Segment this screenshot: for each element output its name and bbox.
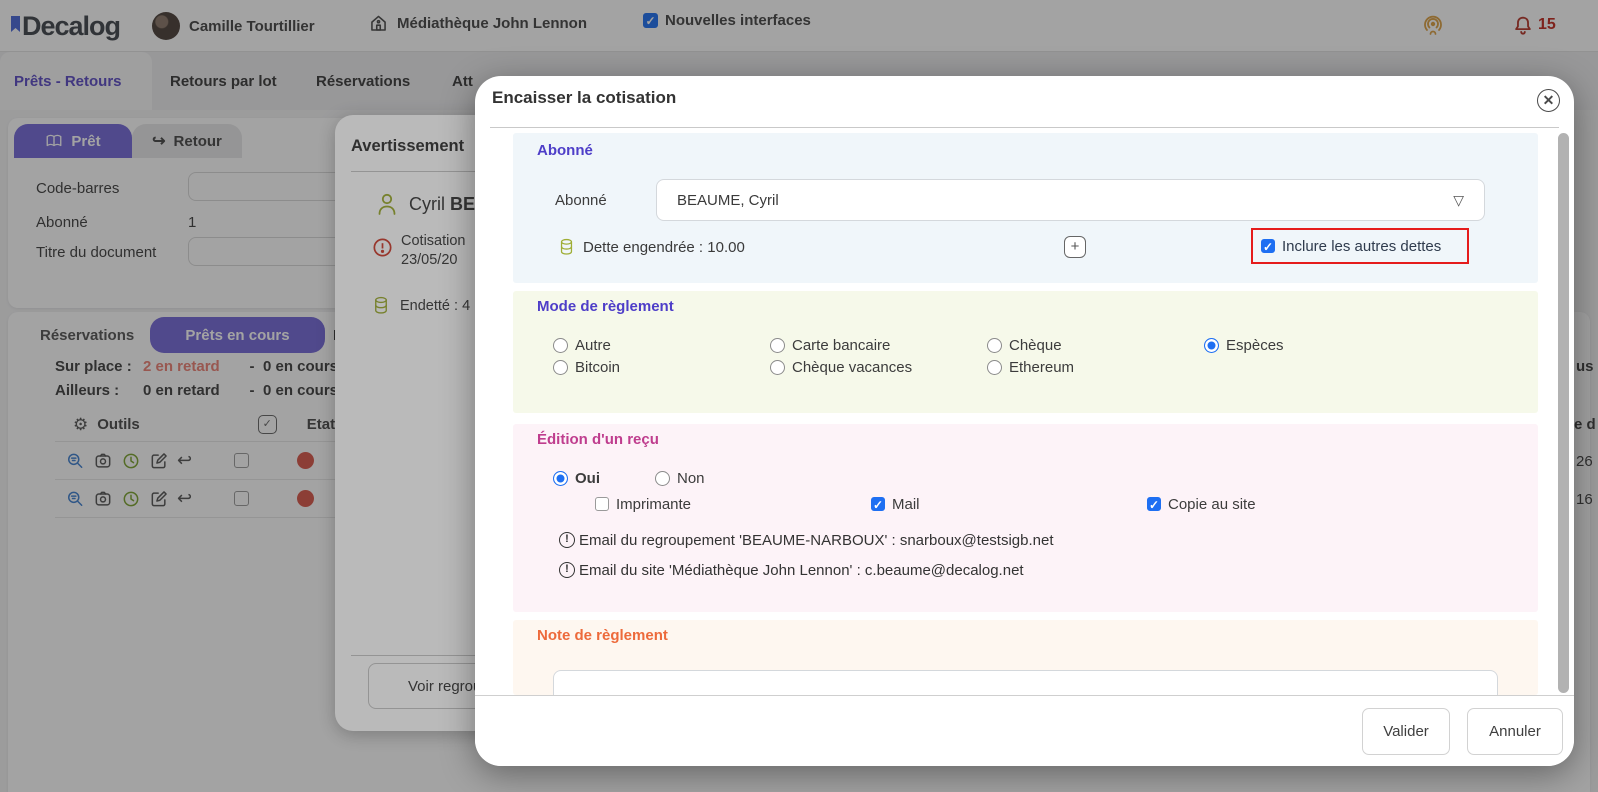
abonne-input-value: BEAUME, Cyril	[677, 192, 779, 209]
printer-checkbox[interactable]	[595, 497, 609, 511]
modal-title: Encaisser la cotisation	[492, 88, 676, 108]
radio-icon[interactable]	[553, 338, 568, 353]
radio-icon[interactable]	[553, 360, 568, 375]
cancel-button-label: Annuler	[1489, 723, 1541, 740]
dropdown-icon[interactable]: ▽	[1453, 192, 1464, 209]
note-input[interactable]	[553, 670, 1498, 695]
radio-icon[interactable]	[770, 338, 785, 353]
section-note: Note de règlement	[513, 620, 1538, 695]
site-email-text: Email du site 'Médiathèque John Lennon' …	[579, 562, 1024, 579]
generated-debt-line: Dette engendrée : 10.00	[558, 233, 745, 261]
payment-option-autre[interactable]: Autre	[553, 335, 611, 355]
payment-option-label: Carte bancaire	[792, 337, 890, 354]
site-email-info: ! Email du site 'Médiathèque John Lennon…	[559, 560, 1024, 580]
section-receipt-title: Édition d'un reçu	[537, 431, 659, 448]
payment-option-carte[interactable]: Carte bancaire	[770, 335, 890, 355]
payment-option-label: Ethereum	[1009, 359, 1074, 376]
payment-option-bitcoin[interactable]: Bitcoin	[553, 357, 620, 377]
receipt-yes-option[interactable]: Oui	[553, 468, 600, 488]
coins-icon	[558, 237, 575, 258]
radio-icon[interactable]	[987, 338, 1002, 353]
mail-checkbox[interactable]	[871, 497, 885, 511]
info-icon: !	[559, 532, 575, 548]
include-debts-checkbox[interactable]	[1261, 239, 1275, 253]
abonne-input[interactable]: BEAUME, Cyril ▽	[656, 179, 1485, 221]
radio-icon[interactable]	[770, 360, 785, 375]
payment-option-cheque[interactable]: Chèque	[987, 335, 1062, 355]
abonne-field-label: Abonné	[555, 179, 607, 221]
printer-label: Imprimante	[616, 496, 691, 513]
radio-selected-icon[interactable]	[1204, 338, 1219, 353]
radio-icon[interactable]	[655, 471, 670, 486]
validate-button-label: Valider	[1383, 723, 1429, 740]
section-payment-mode: Mode de règlement Autre Carte bancaire C…	[513, 291, 1538, 413]
site-copy-checkbox[interactable]	[1147, 497, 1161, 511]
payment-option-label: Chèque vacances	[792, 359, 912, 376]
site-copy-label: Copie au site	[1168, 496, 1256, 513]
screen: Decalog Camille Tourtillier Médiathèque …	[0, 0, 1598, 792]
payment-option-label: Espèces	[1226, 337, 1284, 354]
payment-option-label: Autre	[575, 337, 611, 354]
mail-label: Mail	[892, 496, 920, 513]
group-email-text: Email du regroupement 'BEAUME-NARBOUX' :…	[579, 532, 1054, 549]
divider	[490, 127, 1559, 128]
payment-option-especes[interactable]: Espèces	[1204, 335, 1284, 355]
collect-fee-modal: Encaisser la cotisation ✕ Abonné Abonné …	[475, 76, 1574, 766]
payment-option-cheque-vacances[interactable]: Chèque vacances	[770, 357, 912, 377]
payment-option-label: Chèque	[1009, 337, 1062, 354]
add-button[interactable]: +	[1064, 236, 1086, 258]
receipt-site-copy-option[interactable]: Copie au site	[1147, 494, 1256, 514]
receipt-no-option[interactable]: Non	[655, 468, 705, 488]
close-icon[interactable]: ✕	[1537, 89, 1560, 112]
generated-debt-text: Dette engendrée : 10.00	[583, 239, 745, 256]
receipt-yes-label: Oui	[575, 470, 600, 487]
validate-button[interactable]: Valider	[1362, 708, 1450, 755]
modal-scrollbar-thumb[interactable]	[1558, 133, 1569, 693]
include-debts-highlight: Inclure les autres dettes	[1251, 228, 1469, 264]
radio-selected-icon[interactable]	[553, 471, 568, 486]
section-abonne: Abonné Abonné BEAUME, Cyril ▽ Dette enge…	[513, 133, 1538, 283]
receipt-mail-option[interactable]: Mail	[871, 494, 920, 514]
section-abonne-title: Abonné	[537, 142, 593, 159]
cancel-button[interactable]: Annuler	[1467, 708, 1563, 755]
receipt-no-label: Non	[677, 470, 705, 487]
payment-option-ethereum[interactable]: Ethereum	[987, 357, 1074, 377]
section-receipt: Édition d'un reçu Oui Non Imprimante Mai…	[513, 424, 1538, 612]
info-icon: !	[559, 562, 575, 578]
group-email-info: ! Email du regroupement 'BEAUME-NARBOUX'…	[559, 530, 1054, 550]
section-payment-title: Mode de règlement	[537, 298, 674, 315]
modal-footer: Valider Annuler	[475, 695, 1574, 766]
section-note-title: Note de règlement	[537, 627, 668, 644]
receipt-printer-option[interactable]: Imprimante	[595, 494, 691, 514]
radio-icon[interactable]	[987, 360, 1002, 375]
payment-option-label: Bitcoin	[575, 359, 620, 376]
include-debts-label: Inclure les autres dettes	[1282, 238, 1441, 255]
